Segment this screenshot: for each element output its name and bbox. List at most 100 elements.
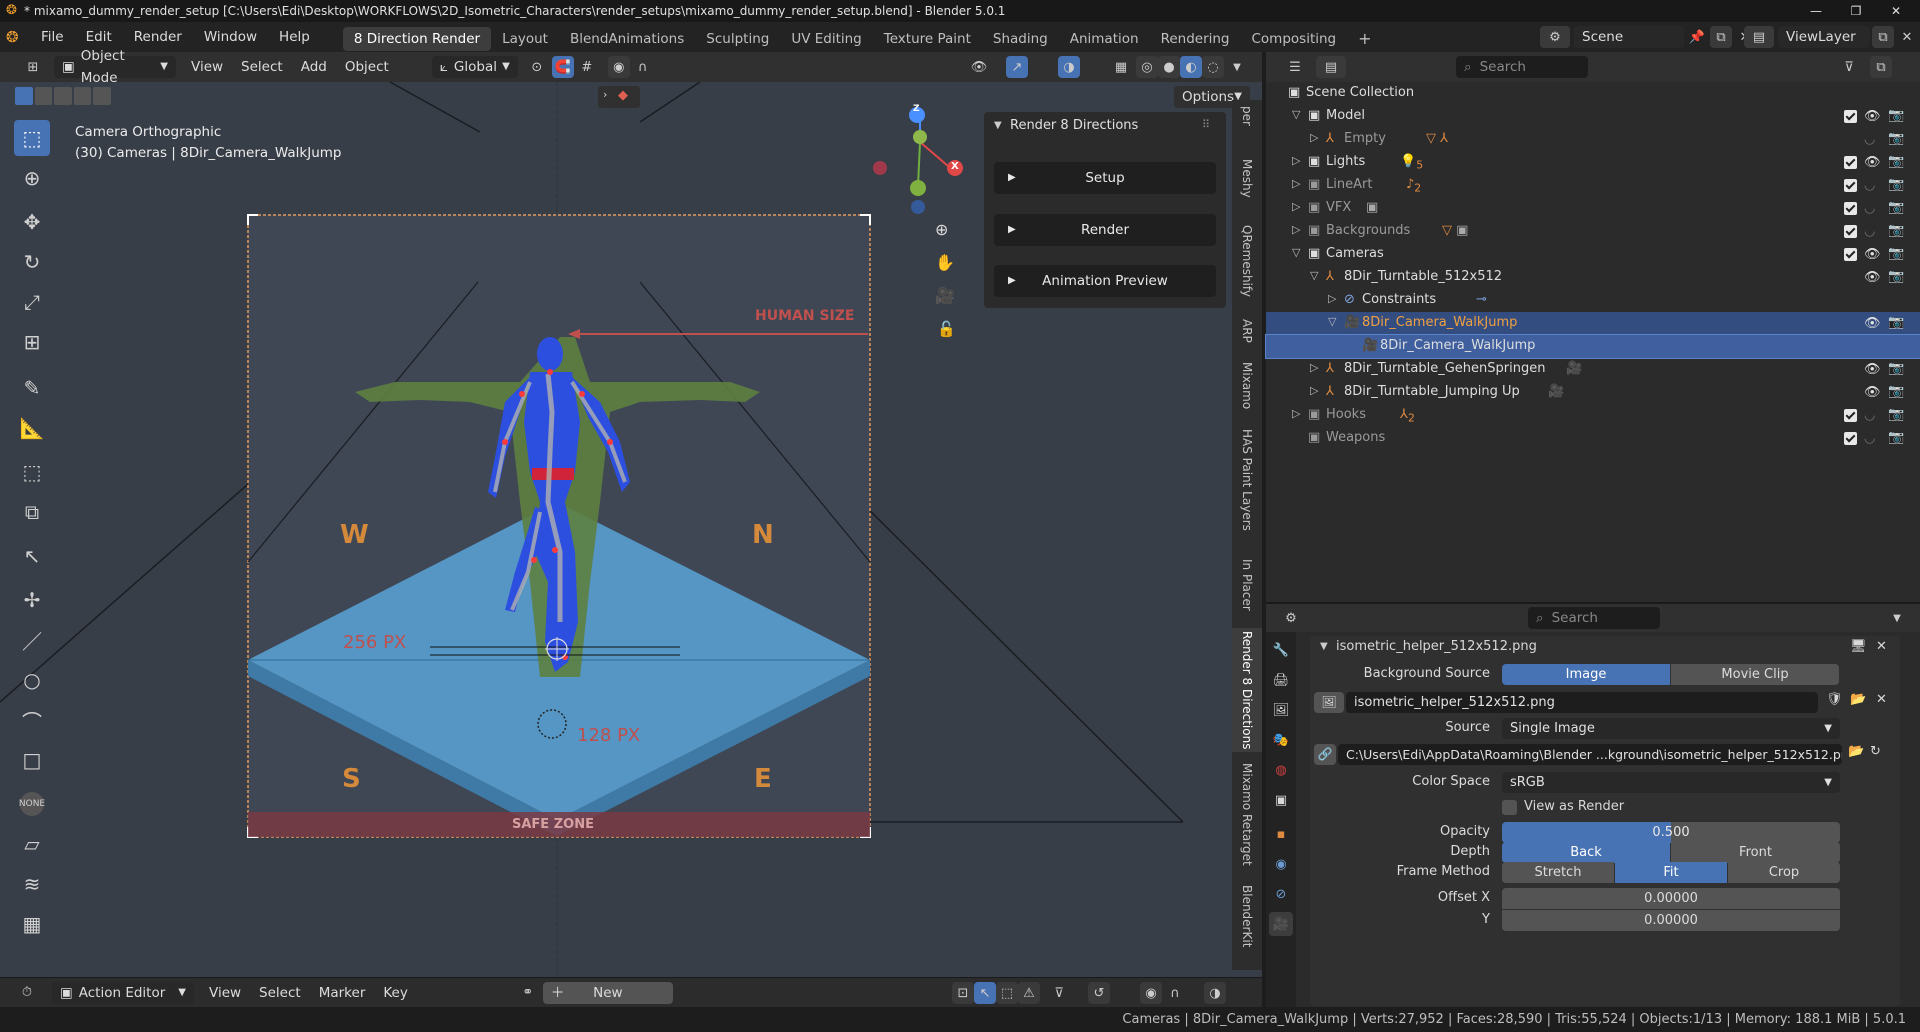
tab-animation[interactable]: Animation xyxy=(1059,27,1150,51)
menu-add[interactable]: Add xyxy=(292,52,336,82)
exclude-checkbox[interactable] xyxy=(1844,179,1857,192)
addon-icon[interactable]: ◆ xyxy=(618,88,628,103)
drag-handle-icon[interactable]: ⠿ xyxy=(1202,118,1210,131)
falloff-icon[interactable]: ∩ xyxy=(1164,982,1186,1004)
eye-icon[interactable]: 👁 xyxy=(1864,362,1881,377)
eye-icon[interactable]: 👁 xyxy=(1864,247,1881,262)
source-dropdown[interactable]: Single Image ▼ xyxy=(1502,718,1840,739)
source-image-button[interactable]: Image xyxy=(1502,664,1670,685)
chevron-right-icon[interactable]: ▷ xyxy=(1310,131,1318,144)
blender-menu-icon[interactable]: ❂ xyxy=(6,28,30,46)
navigation-gizmo[interactable] xyxy=(873,107,963,214)
eye-icon[interactable]: 👁 xyxy=(1864,385,1881,400)
exclude-checkbox[interactable] xyxy=(1844,409,1857,422)
minimize-icon[interactable]: — xyxy=(1796,0,1836,22)
chevron-right-icon[interactable]: ▷ xyxy=(1310,361,1318,374)
filepath-field[interactable]: C:\Users\Edi\AppData\Roaming\Blender ...… xyxy=(1338,744,1842,765)
chevron-right-icon[interactable]: ▷ xyxy=(1292,177,1300,190)
errors-icon[interactable]: ⚠ xyxy=(1018,982,1040,1004)
tab-partial[interactable]: per xyxy=(1232,100,1262,132)
file-link-icon[interactable]: 🔗 xyxy=(1314,744,1336,765)
eye-icon[interactable]: ◡ xyxy=(1864,132,1875,147)
tab-qremeshify[interactable]: QRemeshify xyxy=(1232,216,1262,306)
tab-render-8-directions[interactable]: Render 8 Directions xyxy=(1232,628,1262,752)
move-tool-icon[interactable]: ✥ xyxy=(14,204,50,240)
snap-target-icon[interactable]: # xyxy=(576,56,598,78)
image-name-field[interactable]: isometric_helper_512x512.png xyxy=(1346,692,1818,713)
rendered-shading-icon[interactable]: ◌ xyxy=(1202,56,1224,78)
chevron-right-icon[interactable]: ▷ xyxy=(1292,154,1300,167)
visibility-icon[interactable]: 👁 xyxy=(968,56,990,78)
delete-view-layer-icon[interactable]: ✕ xyxy=(1896,26,1918,48)
proportional-icon[interactable]: ◉ xyxy=(1140,982,1162,1004)
chevron-down-icon[interactable]: ▽ xyxy=(1292,246,1300,259)
rotate-tool-icon[interactable]: ↻ xyxy=(14,244,50,280)
panel-collapse-icon[interactable]: ▼ xyxy=(994,120,1002,131)
tool-tab-icon[interactable]: 🔧 xyxy=(1269,638,1293,662)
auto-snap-icon[interactable]: ↺ xyxy=(1088,982,1110,1004)
annotate-tool-icon[interactable]: ✎ xyxy=(14,370,50,406)
frame-fit-button[interactable]: Fit xyxy=(1615,862,1727,883)
new-action-button[interactable]: ＋ New xyxy=(542,981,673,1004)
properties-editor-icon[interactable]: ⚙ xyxy=(1274,607,1308,629)
camera-data-tab-icon[interactable]: 🎥 xyxy=(1269,912,1293,936)
gizmo-icon[interactable]: ↗ xyxy=(1006,56,1028,78)
chevron-right-icon[interactable]: ▷ xyxy=(1292,407,1300,420)
frame-stretch-button[interactable]: Stretch xyxy=(1502,862,1614,883)
outliner-row[interactable]: ▣ Weapons ◡ 📷 xyxy=(1266,427,1920,450)
display-mode-icon[interactable]: ▤ xyxy=(1316,56,1346,78)
tab-arp[interactable]: ARP xyxy=(1232,312,1262,350)
snap-icon[interactable]: 🧲 xyxy=(551,56,574,78)
add-object-tool-icon[interactable]: ⧉ xyxy=(14,494,50,530)
tab-compositing[interactable]: Compositing xyxy=(1241,27,1348,51)
eye-icon[interactable]: ◡ xyxy=(1864,431,1875,446)
camera-icon[interactable]: 📷 xyxy=(1888,361,1904,376)
eye-icon[interactable]: 👁 xyxy=(1864,316,1881,331)
tab-blendanimations[interactable]: BlendAnimations xyxy=(559,27,695,51)
image-browse-icon[interactable]: 🖼 xyxy=(1314,692,1344,713)
color-space-dropdown[interactable]: sRGB ▼ xyxy=(1502,772,1840,793)
tab-sculpting[interactable]: Sculpting xyxy=(695,27,780,51)
menu-file[interactable]: File xyxy=(30,22,75,52)
pivot-icon[interactable]: ⊙ xyxy=(526,56,548,78)
eye-icon[interactable]: ◡ xyxy=(1864,224,1875,239)
camera-icon[interactable]: 📷 xyxy=(1888,154,1904,169)
cursor-arrow-tool-icon[interactable]: ↖ xyxy=(14,538,50,574)
show-hidden-icon[interactable]: ⬚ xyxy=(996,982,1018,1004)
physics-tab-icon[interactable]: ◉ xyxy=(1269,852,1293,876)
exclude-checkbox[interactable] xyxy=(1844,202,1857,215)
editor-mode-dropdown[interactable]: ▣ Action Editor ▼ xyxy=(52,981,194,1004)
menu-select[interactable]: Select xyxy=(232,52,292,82)
select-intersect-icon[interactable] xyxy=(93,87,111,105)
outliner-row[interactable]: ▷ ▣ Backgrounds ▽ ▣ ◡ 📷 xyxy=(1266,220,1920,243)
animation-preview-button[interactable]: ▶ Animation Preview xyxy=(994,265,1216,297)
outliner-row[interactable]: ▽ ⅄ 8Dir_Turntable_512x512 👁 📷 xyxy=(1266,266,1920,289)
chevron-right-icon[interactable]: › xyxy=(603,88,607,101)
editor-type-icon[interactable]: ⏱ xyxy=(10,982,44,1004)
render-tab-icon[interactable]: 🖨 xyxy=(1269,668,1293,692)
action-browse-icon[interactable]: ⚭ xyxy=(517,982,539,1004)
tab-mixamo-retarget[interactable]: Mixamo Retarget xyxy=(1232,760,1262,868)
new-view-layer-icon[interactable]: ⧉ xyxy=(1872,26,1894,48)
maximize-icon[interactable]: ❐ xyxy=(1836,0,1876,22)
collection-tab-icon[interactable]: ▣ xyxy=(1269,788,1293,812)
chevron-down-icon[interactable]: ▽ xyxy=(1328,315,1336,328)
none-tool-icon[interactable]: NONE xyxy=(14,786,50,822)
outliner-row[interactable]: ▷ ▣ Lights 💡5 👁 📷 xyxy=(1266,151,1920,174)
tab-rendering[interactable]: Rendering xyxy=(1150,27,1241,51)
tab-texture-paint[interactable]: Texture Paint xyxy=(873,27,982,51)
offset-y-field[interactable]: 0.00000 xyxy=(1502,910,1840,931)
outliner-row-selected[interactable]: 🎥 8Dir_Camera_WalkJump xyxy=(1265,334,1920,359)
line-tool-icon[interactable]: ／ xyxy=(14,622,50,658)
world-tab-icon[interactable]: ◍ xyxy=(1269,758,1293,782)
outliner-row[interactable]: ▷ ⅄ 8Dir_Turntable_Jumping Up 🎥 👁 📷 xyxy=(1266,381,1920,404)
frame-crop-button[interactable]: Crop xyxy=(1728,862,1840,883)
setup-button[interactable]: ▶ Setup xyxy=(994,162,1216,194)
offset-x-field[interactable]: 0.00000 xyxy=(1502,888,1840,909)
fake-user-icon[interactable]: 🛡 xyxy=(1826,692,1843,707)
view-as-render-checkbox[interactable] xyxy=(1502,800,1517,815)
camera-icon[interactable]: 📷 xyxy=(1888,315,1904,330)
new-scene-icon[interactable]: ⧉ xyxy=(1710,26,1732,48)
menu-object[interactable]: Object xyxy=(336,52,398,82)
scene-icon[interactable]: ⚙ xyxy=(1540,26,1570,48)
